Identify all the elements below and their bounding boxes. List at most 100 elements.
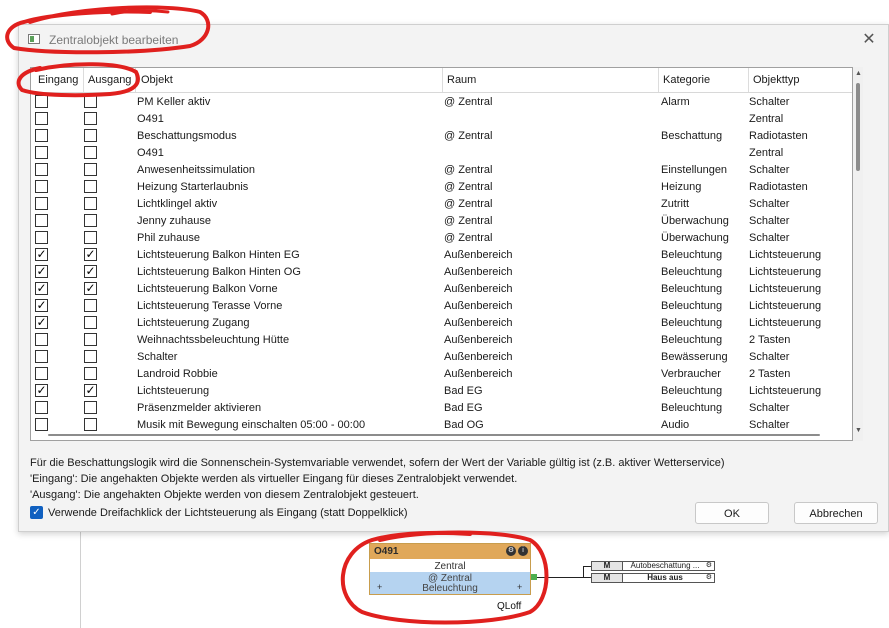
object-type-cell: 2 Tasten	[749, 368, 791, 380]
table-row[interactable]: Schalter Außenbereich Bewässerung Schalter	[31, 349, 852, 366]
eingang-checkbox[interactable]: ✓	[35, 248, 48, 261]
table-row[interactable]: PM Keller aktiv @ Zentral Alarm Schalter	[31, 94, 852, 111]
column-objekttyp[interactable]: Objekttyp	[753, 74, 799, 86]
ausgang-checkbox[interactable]	[84, 129, 97, 142]
eingang-checkbox[interactable]	[35, 112, 48, 125]
add-input-icon[interactable]: +	[377, 582, 382, 592]
table-row[interactable]: O491 Zentral	[31, 111, 852, 128]
output-qloff[interactable]: QLoff	[497, 601, 521, 612]
central-object-block[interactable]: O491 ⚙ i Zentral @ Zentral Beleuchtung +…	[369, 543, 531, 612]
table-row[interactable]: Weihnachtssbeleuchtung Hütte Außenbereich…	[31, 332, 852, 349]
eingang-checkbox[interactable]	[35, 197, 48, 210]
gear-icon[interactable]: ⚙	[706, 574, 712, 582]
table-row[interactable]: ✓ Lichtsteuerung Zugang Außenbereich Beleuc…	[31, 315, 852, 332]
eingang-checkbox[interactable]	[35, 214, 48, 227]
ausgang-checkbox[interactable]	[84, 333, 97, 346]
ausgang-checkbox[interactable]: ✓	[84, 265, 97, 278]
table-row[interactable]: Anwesenheitssimulation @ Zentral Einstellu…	[31, 162, 852, 179]
column-ausgang[interactable]: Ausgang	[88, 74, 131, 86]
add-output-icon[interactable]: +	[517, 582, 522, 592]
table-row[interactable]: ✓ ✓ Lichtsteuerung Balkon Hinten EG Außenbe…	[31, 247, 852, 264]
column-separator[interactable]	[748, 68, 749, 92]
eingang-checkbox[interactable]	[35, 129, 48, 142]
ausgang-checkbox[interactable]	[84, 146, 97, 159]
table-row[interactable]: Lichtklingel aktiv @ Zentral Zutritt Schalt…	[31, 196, 852, 213]
ausgang-checkbox[interactable]	[84, 214, 97, 227]
column-separator[interactable]	[442, 68, 443, 92]
column-raum[interactable]: Raum	[447, 74, 476, 86]
table-row[interactable]: Präsenzmelder aktivieren Bad EG Beleuchtun…	[31, 400, 852, 417]
ausgang-checkbox[interactable]	[84, 163, 97, 176]
horizontal-scroll-thumb[interactable]	[48, 434, 820, 436]
object-name-cell: Weihnachtssbeleuchtung Hütte	[137, 334, 290, 346]
ausgang-checkbox[interactable]	[84, 180, 97, 193]
column-separator[interactable]	[83, 68, 84, 92]
eingang-checkbox[interactable]	[35, 146, 48, 159]
block-title: O491	[374, 546, 399, 557]
table-row[interactable]: O491 Zentral	[31, 145, 852, 162]
eingang-checkbox[interactable]	[35, 350, 48, 363]
ausgang-checkbox[interactable]	[84, 350, 97, 363]
ausgang-checkbox[interactable]	[84, 401, 97, 414]
object-name-cell: Lichtsteuerung Terasse Vorne	[137, 300, 283, 312]
table-row[interactable]: Heizung Starterlaubnis @ Zentral Heizung Ra…	[31, 179, 852, 196]
ausgang-checkbox[interactable]	[84, 112, 97, 125]
ausgang-checkbox[interactable]	[84, 231, 97, 244]
settings-icon[interactable]: ⚙	[506, 546, 516, 556]
eingang-checkbox[interactable]	[35, 367, 48, 380]
ausgang-checkbox[interactable]	[84, 367, 97, 380]
ausgang-checkbox[interactable]	[84, 95, 97, 108]
title-bar[interactable]: Zentralobjekt bearbeiten ✕	[19, 25, 888, 55]
ausgang-checkbox[interactable]	[84, 299, 97, 312]
table-row[interactable]: Beschattungsmodus @ Zentral Beschattung Rad…	[31, 128, 852, 145]
ausgang-checkbox[interactable]: ✓	[84, 248, 97, 261]
table-row[interactable]: ✓ ✓ Lichtsteuerung Bad EG Beleuchtung Lichtst…	[31, 383, 852, 400]
eingang-checkbox[interactable]: ✓	[35, 282, 48, 295]
eingang-checkbox[interactable]	[35, 163, 48, 176]
eingang-checkbox[interactable]: ✓	[35, 299, 48, 312]
column-objekt[interactable]: Objekt	[141, 74, 173, 86]
target-block-autobeschattung[interactable]: M Autobeschattung ... ⚙	[591, 561, 715, 571]
eingang-checkbox[interactable]	[35, 95, 48, 108]
triple-click-checkbox[interactable]: ✓	[30, 506, 43, 519]
horizontal-scrollbar[interactable]	[30, 427, 853, 441]
column-kategorie[interactable]: Kategorie	[663, 74, 710, 86]
object-type-cell: Schalter	[749, 232, 790, 244]
vertical-scrollbar[interactable]: ▲ ▼	[853, 67, 863, 441]
table-row[interactable]: ✓ Lichtsteuerung Terasse Vorne Außenbereic…	[31, 298, 852, 315]
object-type-cell: Lichtsteuerung	[749, 283, 822, 295]
scroll-down-icon[interactable]: ▼	[855, 427, 862, 434]
object-name-cell: Präsenzmelder aktivieren	[137, 402, 262, 414]
column-separator[interactable]	[658, 68, 659, 92]
ok-button[interactable]: OK	[695, 502, 769, 524]
cancel-button[interactable]: Abbrechen	[794, 502, 878, 524]
ausgang-checkbox[interactable]	[84, 316, 97, 329]
table-row[interactable]: ✓ ✓ Lichtsteuerung Balkon Vorne Außenbereic…	[31, 281, 852, 298]
ausgang-checkbox[interactable]: ✓	[84, 282, 97, 295]
eingang-checkbox[interactable]: ✓	[35, 316, 48, 329]
table-row[interactable]: Landroid Robbie Außenbereich Verbraucher 2 …	[31, 366, 852, 383]
column-eingang[interactable]: Eingang	[38, 74, 78, 86]
table-header: Eingang Ausgang Objekt Raum Kategorie Ob…	[31, 68, 852, 93]
eingang-checkbox[interactable]	[35, 401, 48, 414]
eingang-checkbox[interactable]: ✓	[35, 384, 48, 397]
eingang-checkbox[interactable]: ✓	[35, 265, 48, 278]
ausgang-checkbox[interactable]	[84, 197, 97, 210]
ausgang-checkbox[interactable]: ✓	[84, 384, 97, 397]
object-type-cell: Schalter	[749, 215, 790, 227]
table-row[interactable]: ✓ ✓ Lichtsteuerung Balkon Hinten OG Außenbe…	[31, 264, 852, 281]
info-icon[interactable]: i	[518, 546, 528, 556]
eingang-checkbox[interactable]	[35, 180, 48, 193]
close-icon[interactable]: ✕	[858, 29, 880, 51]
object-name-cell: Jenny zuhause	[137, 215, 211, 227]
triple-click-label[interactable]: Verwende Dreifachklick der Lichtsteuerun…	[48, 507, 408, 519]
scroll-up-icon[interactable]: ▲	[855, 70, 862, 77]
target-block-haus-aus[interactable]: M Haus aus ⚙	[591, 573, 715, 583]
vertical-scroll-thumb[interactable]	[856, 83, 860, 171]
table-row[interactable]: Phil zuhause @ Zentral Überwachung Schalter	[31, 230, 852, 247]
eingang-checkbox[interactable]	[35, 231, 48, 244]
gear-icon[interactable]: ⚙	[706, 562, 712, 570]
column-separator[interactable]	[135, 68, 136, 92]
table-row[interactable]: Jenny zuhause @ Zentral Überwachung Schalte…	[31, 213, 852, 230]
eingang-checkbox[interactable]	[35, 333, 48, 346]
